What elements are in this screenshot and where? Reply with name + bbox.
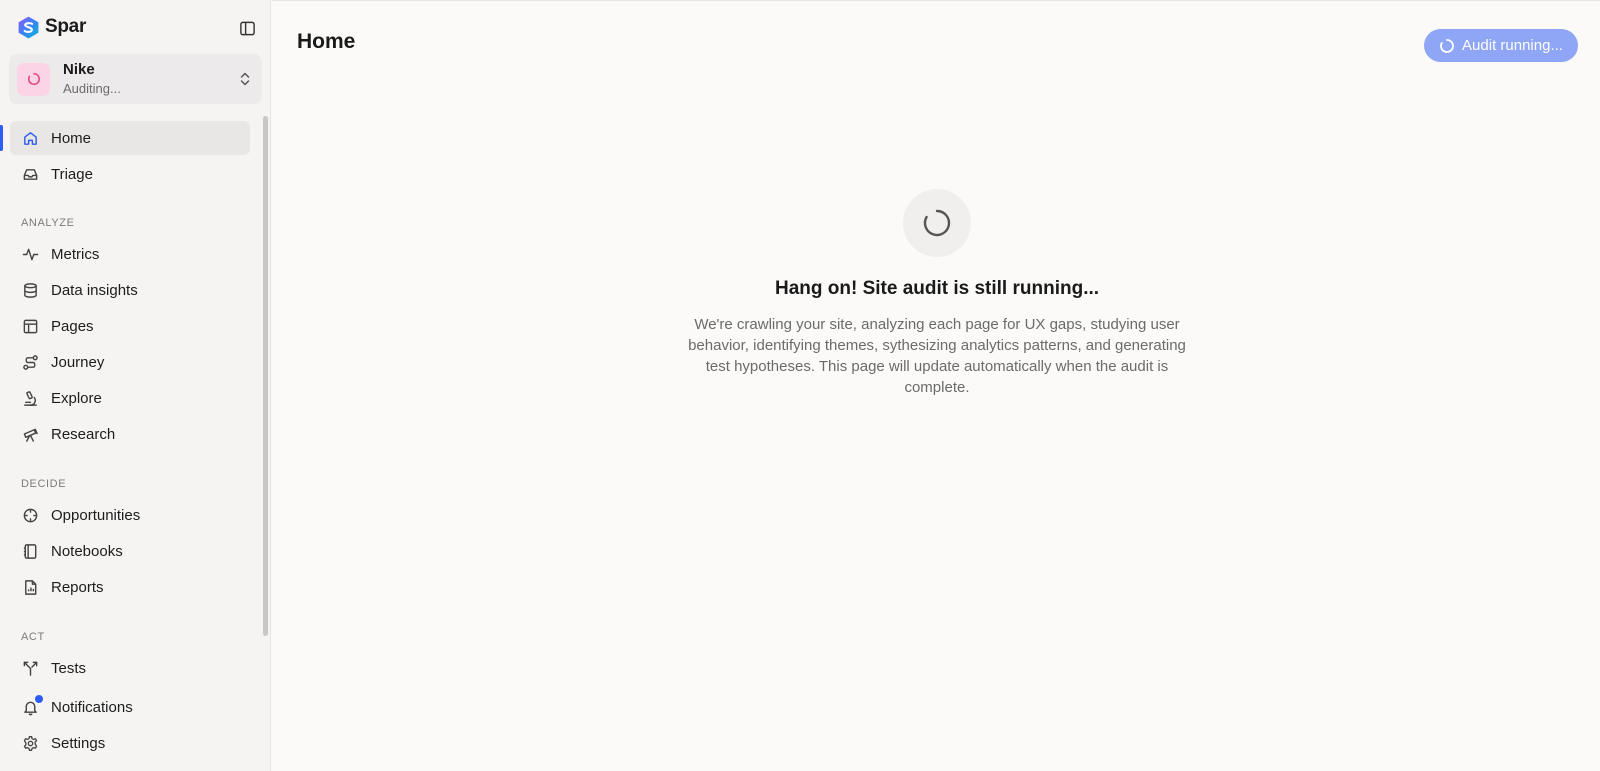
empty-state-description: We're crawling your site, analyzing each…	[688, 316, 1186, 396]
telescope-icon	[20, 424, 40, 444]
sidebar-item-label: Reports	[51, 578, 104, 596]
sidebar-item-research[interactable]: Research	[10, 417, 250, 451]
sidebar-item-notifications[interactable]: Notifications	[10, 690, 250, 724]
spinner-icon	[1440, 38, 1454, 53]
crosshair-icon	[20, 505, 40, 525]
section-label-analyze: ANALYZE	[21, 217, 75, 229]
inbox-icon	[20, 164, 40, 184]
sidebar-item-label: Settings	[51, 734, 106, 752]
sidebar-item-label: Notebooks	[51, 542, 123, 560]
gear-icon	[20, 733, 40, 753]
sidebar-item-opportunities[interactable]: Opportunities	[10, 498, 250, 532]
sidebar-item-data-insights[interactable]: Data insights	[10, 273, 250, 307]
workspace-status: Auditing...	[63, 81, 121, 96]
microscope-icon	[20, 388, 40, 408]
sidebar-item-metrics[interactable]: Metrics	[10, 237, 250, 271]
split-icon	[20, 658, 40, 678]
workspace-switcher[interactable]: Nike Auditing...	[9, 54, 262, 104]
sidebar-item-explore[interactable]: Explore	[10, 381, 250, 415]
section-label-decide: DECIDE	[21, 478, 67, 490]
sidebar-item-label: Triage	[51, 165, 93, 183]
audit-button-label: Audit running...	[1462, 37, 1563, 54]
sidebar-item-label: Pages	[51, 317, 94, 335]
sidebar-item-label: Metrics	[51, 245, 100, 263]
activity-icon	[20, 244, 40, 264]
spinner-icon	[923, 209, 951, 237]
workspace-name: Nike	[63, 61, 95, 78]
loading-indicator	[903, 189, 971, 257]
layout-icon	[20, 316, 40, 336]
page-title: Home	[297, 30, 356, 53]
section-label-act: ACT	[21, 631, 45, 643]
sidebar-toggle-button[interactable]	[236, 18, 258, 38]
route-icon	[20, 352, 40, 372]
sidebar: Spar Nike Auditing... Home Triage ANALYZ…	[0, 0, 271, 771]
database-icon	[20, 280, 40, 300]
main-content: Home Audit running... Hang on! Site audi…	[272, 0, 1600, 771]
sidebar-item-notebooks[interactable]: Notebooks	[10, 534, 250, 568]
home-icon	[20, 128, 40, 148]
spar-logo-icon	[18, 16, 39, 38]
report-icon	[20, 577, 40, 597]
loading-icon	[27, 72, 40, 86]
notebook-icon	[20, 541, 40, 561]
sidebar-item-label: Home	[51, 129, 92, 147]
sidebar-item-label: Explore	[51, 389, 102, 407]
sidebar-item-tests[interactable]: Tests	[10, 651, 250, 685]
sidebar-item-triage[interactable]: Triage	[10, 157, 250, 191]
sidebar-item-home[interactable]: Home	[10, 121, 250, 155]
sidebar-item-label: Opportunities	[51, 506, 141, 524]
sidebar-scrollbar[interactable]	[263, 116, 268, 636]
empty-state-title: Hang on! Site audit is still running...	[774, 278, 1100, 299]
sidebar-item-settings[interactable]: Settings	[10, 726, 250, 760]
audit-running-button[interactable]: Audit running...	[1424, 29, 1578, 62]
sidebar-item-label: Journey	[51, 353, 105, 371]
sidebar-item-label: Research	[51, 425, 116, 443]
sidebar-item-label: Notifications	[51, 698, 133, 716]
chevron-up-down-icon	[240, 72, 250, 86]
sidebar-item-label: Data insights	[51, 281, 138, 299]
brand[interactable]: Spar	[16, 14, 86, 40]
workspace-avatar	[17, 62, 50, 96]
sidebar-item-journey[interactable]: Journey	[10, 345, 250, 379]
sidebar-item-pages[interactable]: Pages	[10, 309, 250, 343]
notification-badge	[35, 695, 43, 703]
active-nav-indicator	[0, 125, 3, 151]
bell-icon	[20, 695, 43, 717]
sidebar-item-reports[interactable]: Reports	[10, 570, 250, 604]
sidebar-toggle-icon	[239, 21, 255, 35]
sidebar-item-label: Tests	[51, 659, 87, 677]
brand-name: Spar	[45, 16, 87, 37]
